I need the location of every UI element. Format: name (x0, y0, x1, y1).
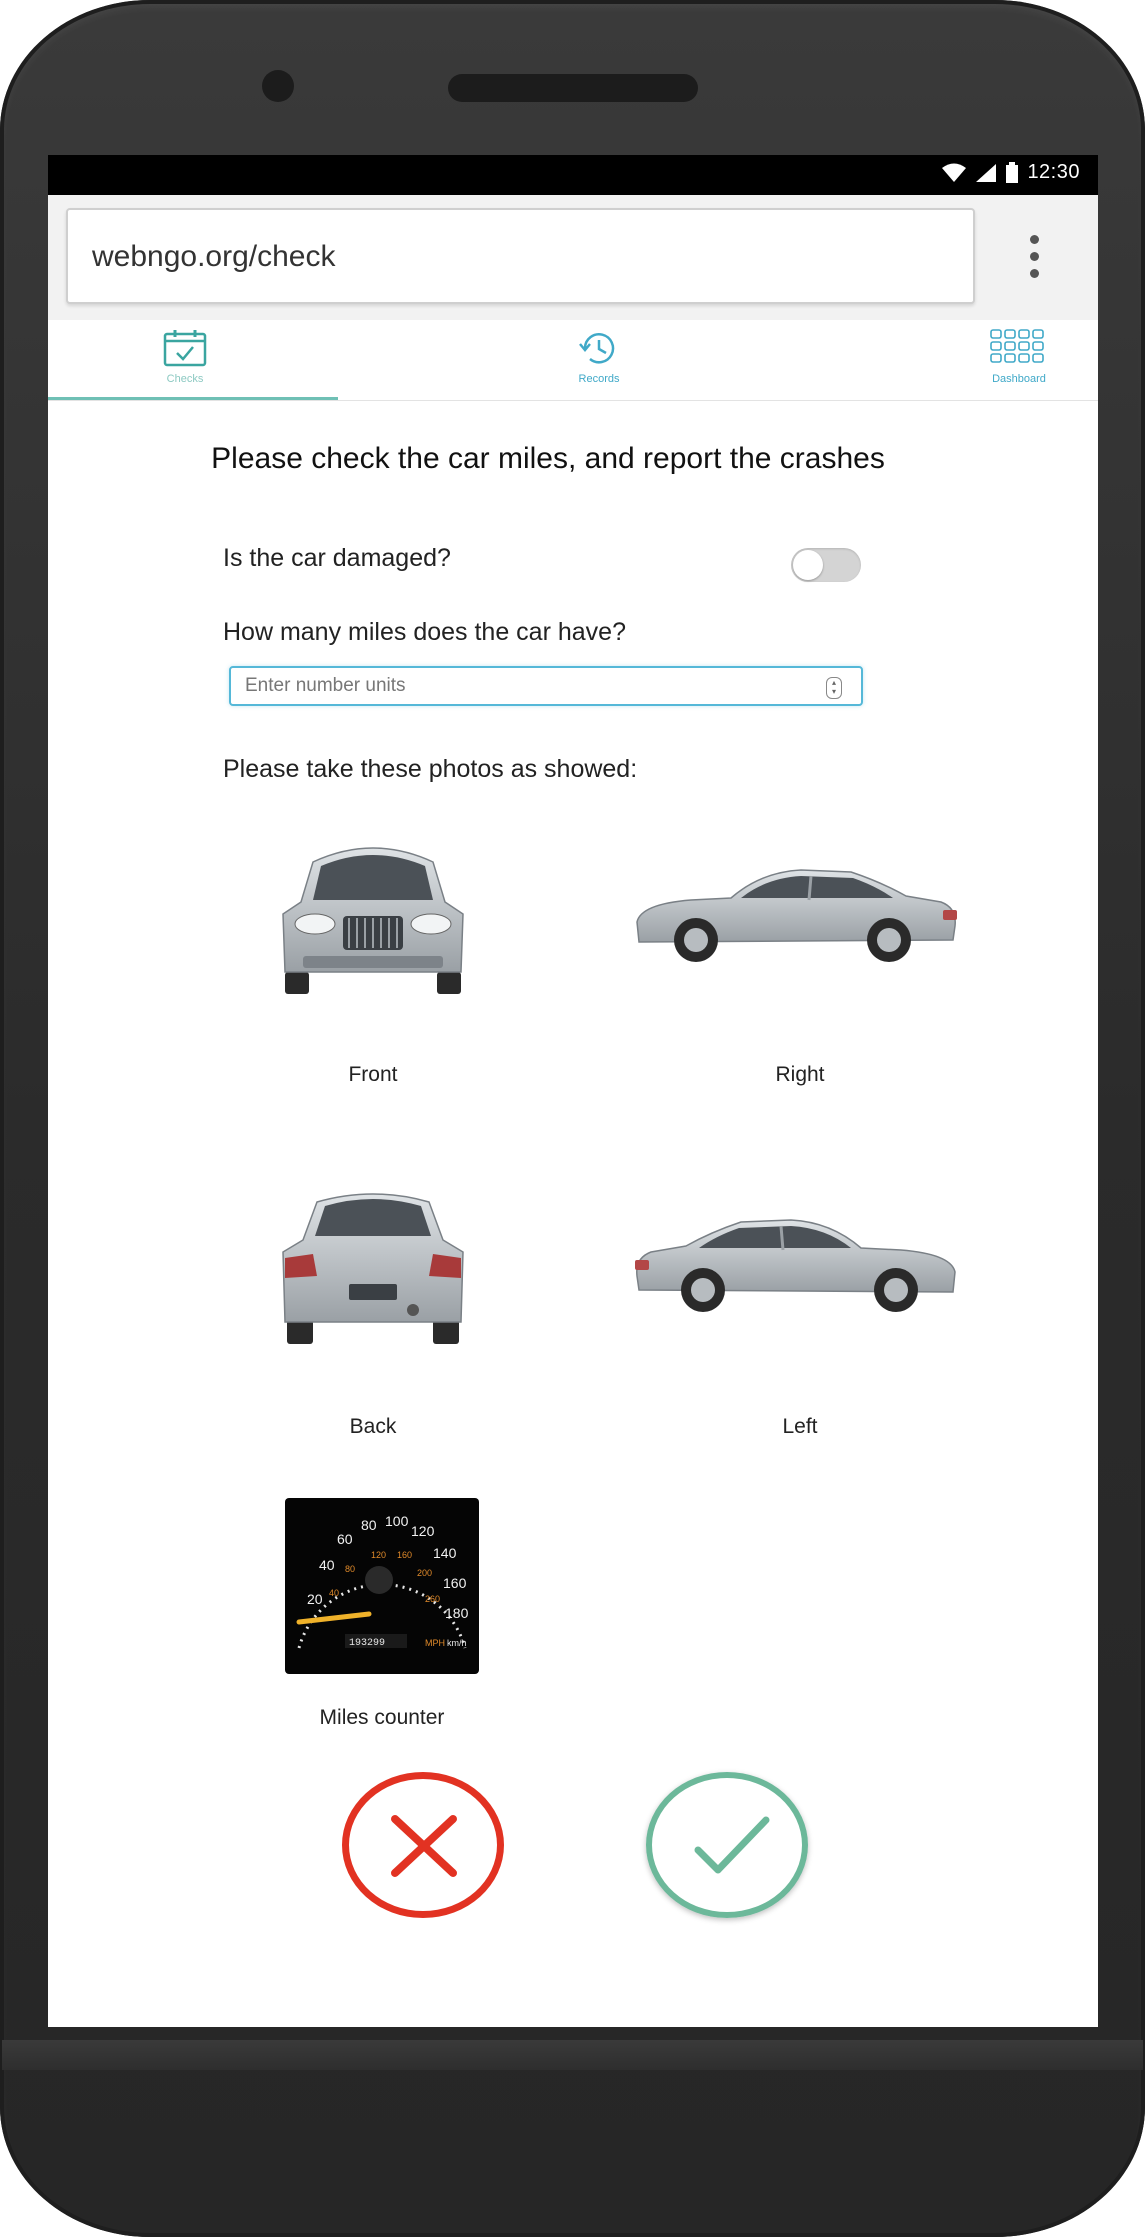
confirm-button[interactable] (646, 1772, 808, 1918)
photo-label-back: Back (349, 1415, 397, 1438)
odometer-photo[interactable]: 204060 80 100120 140160180 4080120 1602002… (285, 1498, 479, 1674)
svg-text:80: 80 (345, 1564, 355, 1574)
svg-text:200: 200 (417, 1568, 432, 1578)
status-bar: 12:30 (48, 155, 1098, 195)
close-icon (391, 1815, 457, 1877)
tab-dashboard[interactable]: Dashboard (982, 328, 1056, 385)
calendar-check-icon (163, 330, 207, 367)
battery-icon (1006, 161, 1019, 183)
car-right-side-photo[interactable] (631, 860, 961, 970)
svg-text:20: 20 (307, 1591, 323, 1607)
tab-records-label: Records (578, 373, 620, 385)
car-back-photo[interactable] (273, 1180, 473, 1350)
photo-label-front: Front (348, 1063, 398, 1086)
svg-text:km/h: km/h (447, 1638, 467, 1648)
svg-text:40: 40 (329, 1588, 339, 1598)
miles-input[interactable] (229, 666, 863, 706)
phone-bottom-band (2, 2040, 1143, 2070)
svg-text:120: 120 (411, 1523, 435, 1539)
wifi-icon (942, 163, 967, 182)
phone-frame: 12:30 webngo.org/check Checks Records Da… (0, 0, 1145, 2237)
svg-text:160: 160 (397, 1550, 412, 1560)
front-camera (262, 70, 294, 102)
svg-text:40: 40 (319, 1557, 335, 1573)
earpiece-speaker (448, 74, 698, 102)
photo-label-right: Right (775, 1063, 825, 1086)
status-time: 12:30 (1027, 161, 1080, 183)
tab-checks[interactable]: Checks (148, 328, 222, 385)
photo-label-left: Left (782, 1415, 818, 1438)
car-left-side-photo[interactable] (631, 1210, 961, 1320)
svg-text:100: 100 (385, 1513, 409, 1529)
url-text: webngo.org/check (92, 240, 336, 273)
svg-text:80: 80 (361, 1517, 377, 1533)
photos-prompt: Please take these photos as showed: (223, 755, 638, 783)
tab-checks-label: Checks (166, 373, 204, 385)
checkmark-icon (694, 1816, 770, 1874)
photo-label-miles-counter: Miles counter (319, 1706, 445, 1729)
miles-question-label: How many miles does the car have? (223, 618, 626, 646)
svg-text:140: 140 (433, 1545, 457, 1561)
app-tab-bar: Checks Records Dashboard (48, 320, 1098, 401)
browser-toolbar: webngo.org/check (48, 195, 1098, 320)
cell-signal-icon (976, 163, 997, 182)
svg-text:260: 260 (425, 1594, 440, 1604)
svg-text:60: 60 (337, 1531, 353, 1547)
page-title: Please check the car miles, and report t… (211, 442, 885, 475)
phone-screen: 12:30 webngo.org/check Checks Records Da… (48, 155, 1098, 2027)
number-stepper-icon[interactable]: ▴ ▾ (826, 677, 842, 699)
odometer-reading: 193299 (349, 1638, 385, 1649)
svg-text:120: 120 (371, 1550, 386, 1560)
overflow-menu-icon[interactable] (1024, 235, 1044, 285)
damaged-toggle[interactable] (791, 548, 861, 582)
toggle-knob (793, 550, 823, 580)
tab-dashboard-label: Dashboard (992, 373, 1046, 385)
svg-text:160: 160 (443, 1575, 467, 1591)
tab-records[interactable]: Records (554, 328, 644, 385)
address-bar[interactable]: webngo.org/check (66, 208, 975, 304)
active-tab-indicator (48, 397, 338, 400)
svg-text:180: 180 (445, 1605, 469, 1621)
svg-text:MPH: MPH (425, 1638, 445, 1648)
history-icon (579, 333, 615, 364)
car-front-photo[interactable] (273, 832, 473, 1002)
damaged-question-label: Is the car damaged? (223, 544, 451, 572)
reject-button[interactable] (342, 1772, 504, 1918)
dashboard-grid-icon (990, 329, 1044, 363)
